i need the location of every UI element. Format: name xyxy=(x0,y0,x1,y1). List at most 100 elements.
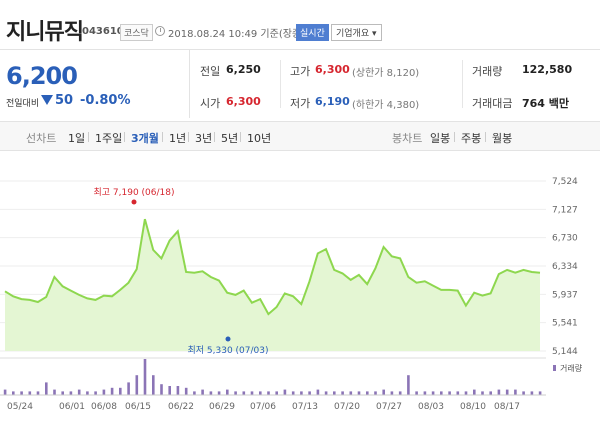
current-price: 6,200 xyxy=(6,62,78,90)
line-chart-group-label: 선차트 xyxy=(26,132,57,145)
price-change-pct: -0.80% xyxy=(80,93,131,108)
volume-bar xyxy=(448,391,451,395)
volume-bar xyxy=(217,391,221,395)
volume-bar xyxy=(423,391,427,395)
change-label: 전일대비 xyxy=(6,99,40,109)
divider xyxy=(485,132,486,142)
volume-bar xyxy=(184,387,188,395)
tab-5y[interactable]: 5년 xyxy=(221,130,238,146)
volume-bar xyxy=(308,391,311,395)
divider xyxy=(454,132,455,142)
candle-chart-group-label: 봉차트 xyxy=(392,132,423,145)
volume-bar xyxy=(382,389,385,395)
x-tick-label: 06/01 xyxy=(59,402,85,412)
market-badge: 코스닥 xyxy=(120,24,153,41)
volume-bar xyxy=(86,391,89,395)
volume-bar xyxy=(77,389,81,395)
volume-bar xyxy=(341,391,344,395)
volume-bar xyxy=(514,389,517,395)
volume-bar xyxy=(522,391,525,395)
x-tick-label: 08/10 xyxy=(460,402,486,412)
volume-value: 122,580 xyxy=(522,63,573,76)
y-tick-label: 5,144 xyxy=(552,347,578,357)
live-button[interactable]: 실시간 xyxy=(296,24,329,41)
corp-info-dropdown[interactable]: 기업개요 ▾ xyxy=(331,24,382,41)
volume-bar xyxy=(407,375,410,395)
volume-bar xyxy=(538,391,542,395)
volume-bar xyxy=(102,389,106,395)
low-annotation: 최저 5,330 (07/03) xyxy=(187,345,268,356)
volume-bar xyxy=(28,391,32,395)
y-tick-label: 6,730 xyxy=(552,234,578,244)
volume-bar xyxy=(473,389,476,395)
volume-bar xyxy=(333,391,336,395)
trade-value: 764 백만 xyxy=(522,97,570,110)
tab-weekly[interactable]: 주봉 xyxy=(461,130,481,146)
high-value: 6,300 xyxy=(315,63,350,76)
volume-bar xyxy=(176,386,180,395)
volume-bar xyxy=(242,391,246,395)
tab-3y[interactable]: 3년 xyxy=(195,130,212,146)
x-tick-label: 06/22 xyxy=(168,402,194,412)
divider xyxy=(280,60,281,108)
volume-bar xyxy=(94,391,97,395)
price-chart: 7,524 7,127 6,730 6,334 5,937 5,541 5,144 최고 7,… xyxy=(0,151,600,433)
volume-bar xyxy=(259,391,262,395)
chart-period-tabs: 선차트 1일 1주일 3개월 1년 3년 5년 10년 봉차트 일봉 주봉 월봉 xyxy=(0,121,600,151)
tab-1w[interactable]: 1주일 xyxy=(95,130,122,146)
price-chart-svg: 7,524 7,127 6,730 6,334 5,937 5,541 5,144 최고 7,… xyxy=(0,177,583,412)
volume-legend-swatch xyxy=(553,365,556,371)
volume-bar xyxy=(316,389,320,395)
volume-bar xyxy=(135,375,139,395)
volume-bar xyxy=(36,391,40,395)
tab-10y[interactable]: 10년 xyxy=(247,130,271,146)
volume-bar xyxy=(61,391,64,395)
upper-limit: (상한가 8,120) xyxy=(352,68,420,79)
volume-bar xyxy=(143,359,147,395)
low-value: 6,190 xyxy=(315,95,350,108)
x-tick-label: 07/20 xyxy=(334,402,360,412)
volume-bar xyxy=(349,391,353,395)
volume-bar xyxy=(12,391,15,395)
price-change: 50 xyxy=(55,93,74,108)
volume-bar xyxy=(234,391,237,395)
divider xyxy=(88,132,89,142)
tab-monthly[interactable]: 월봉 xyxy=(492,130,512,146)
volume-bar xyxy=(390,391,394,395)
tab-daily[interactable]: 일봉 xyxy=(430,130,450,146)
divider xyxy=(124,132,125,142)
volume-bar xyxy=(3,389,7,395)
tab-1y[interactable]: 1년 xyxy=(169,130,186,146)
chevron-down-icon: ▾ xyxy=(372,29,377,39)
y-tick-label: 6,334 xyxy=(552,262,578,272)
volume-bar xyxy=(497,389,501,395)
volume-bar xyxy=(209,391,213,395)
y-tick-label: 7,524 xyxy=(552,177,578,187)
stock-code: 043610 xyxy=(82,26,124,37)
price-summary: 6,200 전일대비 50 -0.80% xyxy=(0,50,190,118)
low-label: 저가 xyxy=(290,97,311,110)
volume-bar xyxy=(374,391,377,395)
divider xyxy=(188,132,189,142)
volume-bar xyxy=(110,387,114,395)
x-tick-label: 07/06 xyxy=(250,402,276,412)
price-area xyxy=(5,219,540,351)
open-label: 시가 xyxy=(200,97,221,110)
volume-bar xyxy=(250,391,254,395)
volume-bar xyxy=(127,382,130,395)
volume-bar xyxy=(398,391,402,395)
x-tick-label: 06/29 xyxy=(209,402,235,412)
volume-label: 거래량 xyxy=(472,65,503,78)
volume-bar xyxy=(283,389,287,395)
volume-bar xyxy=(366,391,369,395)
volume-bar xyxy=(160,384,163,395)
tab-3m[interactable]: 3개월 xyxy=(131,130,159,146)
tab-1d[interactable]: 1일 xyxy=(68,130,85,146)
volume-bar xyxy=(324,391,328,395)
volume-bar xyxy=(530,391,534,395)
x-tick-label: 06/15 xyxy=(125,402,151,412)
clock-icon xyxy=(155,26,165,36)
y-tick-label: 7,127 xyxy=(552,205,578,215)
stats-table: 전일 6,250 고가 6,300 (상한가 8,120) 거래량 122,58… xyxy=(190,50,600,118)
divider xyxy=(162,132,163,142)
